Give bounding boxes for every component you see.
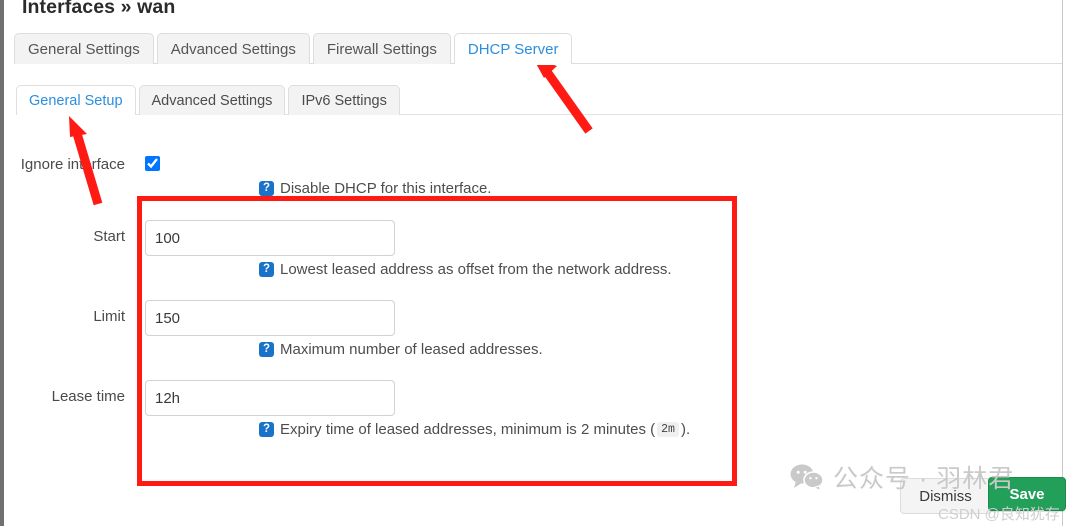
outer-tab-bar: General Settings Advanced Settings Firew… [14, 33, 575, 65]
tab-general-settings[interactable]: General Settings [14, 33, 154, 64]
save-button[interactable]: Save [988, 477, 1066, 511]
start-control [145, 220, 395, 256]
window-right-edge [1062, 0, 1063, 526]
tab-firewall-settings[interactable]: Firewall Settings [312, 33, 451, 64]
limit-control [145, 300, 395, 336]
lease-time-hint-text-after: ). [680, 421, 691, 438]
wechat-logo-icon [790, 464, 824, 490]
lease-time-label: Lease time [51, 388, 125, 405]
start-hint-text: Lowest leased address as offset from the… [280, 261, 672, 278]
help-question-icon[interactable]: ? [259, 422, 274, 437]
help-question-icon[interactable]: ? [259, 181, 274, 196]
help-question-icon[interactable]: ? [259, 342, 274, 357]
screenshot-root: Interfaces » wan General Settings Advanc… [0, 0, 1080, 526]
row-ignore-interface: Ignore interface [8, 148, 160, 173]
row-limit: Limit [8, 300, 395, 336]
tab-general-setup[interactable]: General Setup [16, 85, 136, 116]
lease-time-control [145, 380, 395, 416]
help-question-icon[interactable]: ? [259, 262, 274, 277]
limit-hint-text: Maximum number of leased addresses. [280, 341, 543, 358]
tab-ipv6-settings[interactable]: IPv6 Settings [288, 85, 400, 115]
tab-dhcp-server[interactable]: DHCP Server [453, 33, 573, 65]
lease-time-hint: ? Expiry time of leased addresses, minim… [259, 421, 690, 438]
window-right-margin [1076, 0, 1080, 526]
ignore-interface-checkbox[interactable] [145, 156, 160, 172]
inner-tab-bar: General Setup Advanced Settings IPv6 Set… [16, 85, 403, 116]
start-input[interactable] [145, 220, 395, 256]
tab-advanced-settings-inner[interactable]: Advanced Settings [138, 85, 286, 115]
ignore-interface-label: Ignore interface [20, 156, 125, 173]
limit-label: Limit [93, 308, 125, 325]
tab-advanced-settings[interactable]: Advanced Settings [156, 33, 310, 64]
limit-hint: ? Maximum number of leased addresses. [259, 341, 543, 358]
row-lease-time: Lease time [8, 380, 395, 416]
start-label: Start [93, 228, 125, 245]
lease-time-min-code: 2m [657, 422, 679, 437]
annotation-arrow-to-dhcp-server [533, 58, 593, 134]
lease-time-input[interactable] [145, 380, 395, 416]
limit-input[interactable] [145, 300, 395, 336]
ignore-interface-hint: ? Disable DHCP for this interface. [259, 180, 491, 197]
dismiss-button[interactable]: Dismiss [900, 478, 991, 514]
page-title: Interfaces » wan [22, 0, 176, 18]
lease-time-hint-text-before: Expiry time of leased addresses, minimum… [280, 421, 656, 438]
ignore-interface-hint-text: Disable DHCP for this interface. [280, 180, 492, 197]
start-hint: ? Lowest leased address as offset from t… [259, 261, 672, 278]
ignore-interface-control [145, 148, 160, 173]
window-left-edge [0, 0, 4, 526]
row-start: Start [8, 220, 395, 256]
